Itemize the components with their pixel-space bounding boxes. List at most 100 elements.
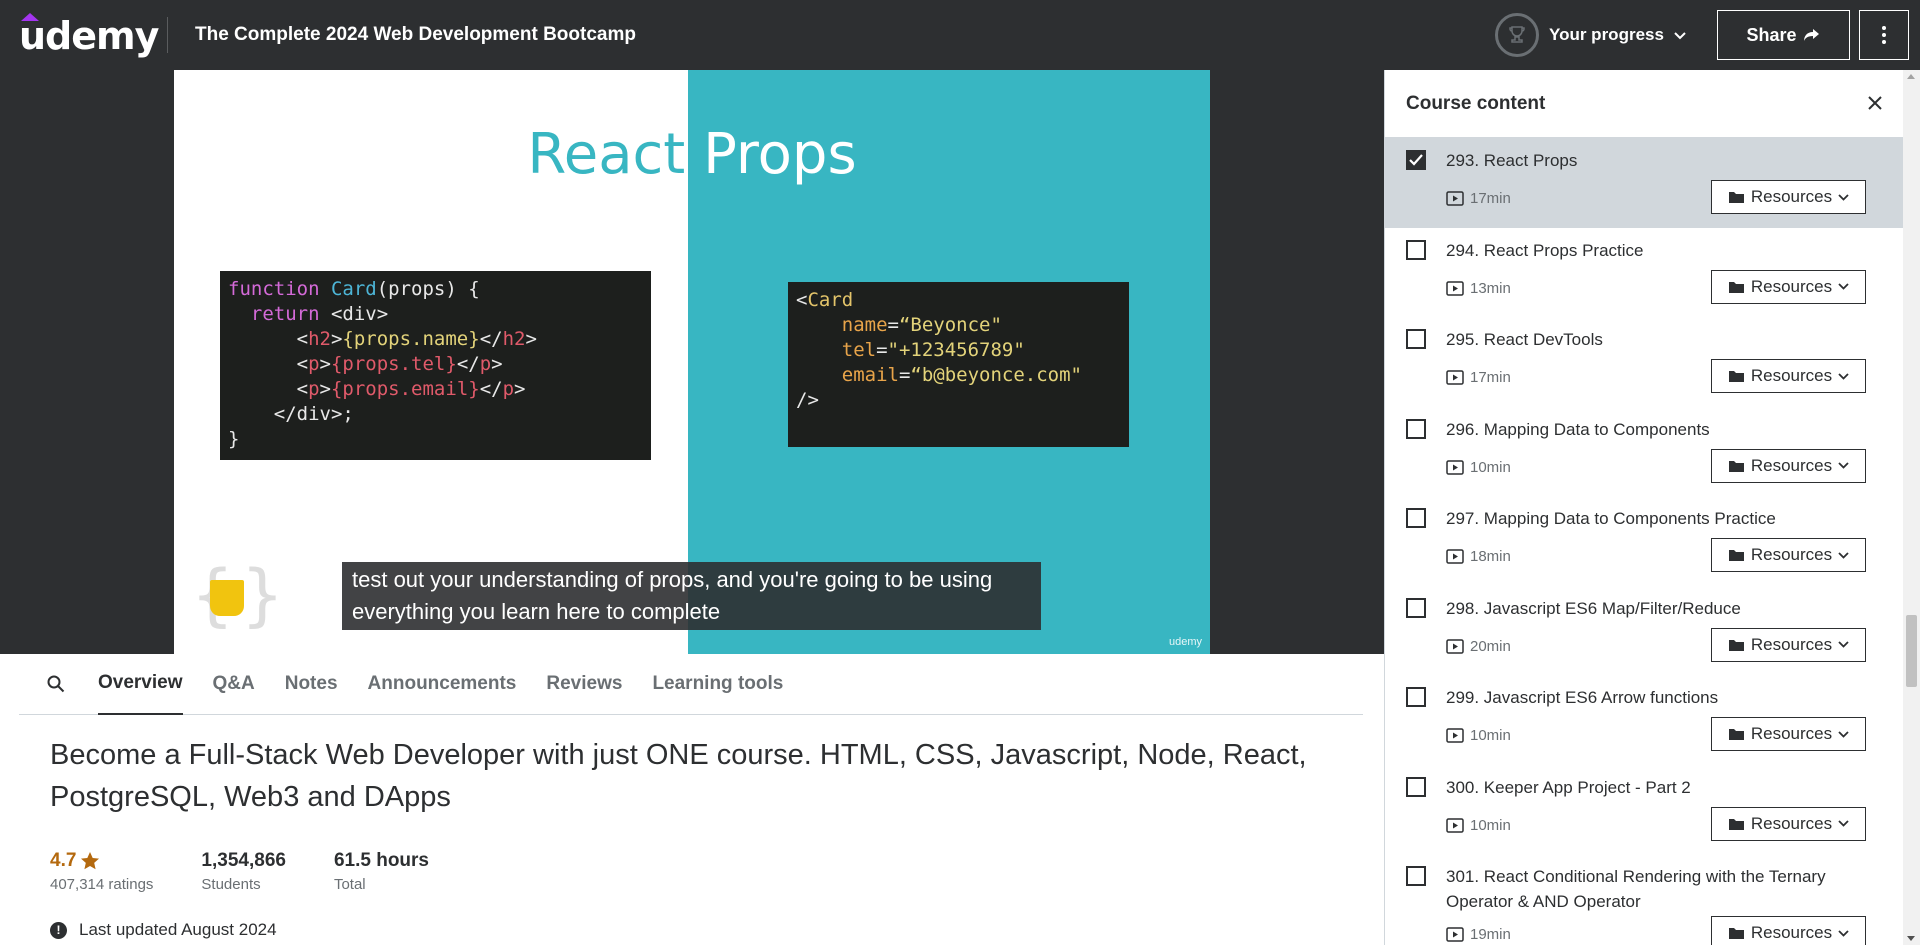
- rating-stat: 4.7 407,314 ratings: [50, 850, 153, 893]
- lecture-checkbox[interactable]: [1406, 150, 1426, 170]
- resources-button[interactable]: Resources: [1711, 916, 1866, 945]
- progress-dropdown[interactable]: Your progress: [1495, 13, 1686, 57]
- lecture-title[interactable]: 300. Keeper App Project - Part 2: [1446, 775, 1866, 800]
- lecture-title[interactable]: 296. Mapping Data to Components: [1446, 417, 1866, 442]
- tab-announcements[interactable]: Announcements: [368, 654, 517, 715]
- brand-logo-mark: { }: [192, 556, 283, 635]
- resources-label: Resources: [1750, 366, 1833, 385]
- resources-label: Resources: [1750, 724, 1833, 743]
- progress-label: Your progress: [1549, 25, 1664, 44]
- video-icon: [1446, 817, 1464, 833]
- video-player[interactable]: React Props function Card(props) { retur…: [0, 70, 1384, 654]
- page-scrollbar[interactable]: [1903, 70, 1920, 945]
- folder-icon: [1728, 729, 1744, 740]
- lecture-checkbox[interactable]: [1406, 687, 1426, 707]
- lecture-item[interactable]: 297. Mapping Data to Components Practice…: [1385, 496, 1903, 586]
- lecture-item[interactable]: 298. Javascript ES6 Map/Filter/Reduce 20m…: [1385, 586, 1903, 676]
- video-icon: [1446, 280, 1464, 296]
- lecture-item[interactable]: 300. Keeper App Project - Part 2 10min Res…: [1385, 765, 1903, 855]
- cup-shape: [210, 580, 244, 616]
- course-headline: Become a Full-Stack Web Developer with j…: [50, 739, 1307, 813]
- slide-title: React Props: [174, 122, 1210, 187]
- rating-value-row: 4.7: [50, 850, 153, 872]
- udemy-logo[interactable]: udemy: [19, 12, 159, 58]
- rating-value: 4.7: [50, 850, 77, 871]
- lecture-checkbox[interactable]: [1406, 508, 1426, 528]
- course-title[interactable]: The Complete 2024 Web Development Bootca…: [195, 24, 636, 46]
- resources-label: Resources: [1750, 923, 1833, 942]
- tab-qa[interactable]: Q&A: [213, 654, 255, 715]
- resources-button[interactable]: Resources: [1711, 448, 1866, 483]
- logo-cap-mark: [21, 13, 39, 21]
- tab-overview[interactable]: Overview: [98, 654, 183, 715]
- lecture-title[interactable]: 298. Javascript ES6 Map/Filter/Reduce: [1446, 596, 1866, 621]
- lecture-item[interactable]: 299. Javascript ES6 Arrow functions 10min…: [1385, 675, 1903, 765]
- video-icon: [1446, 370, 1464, 385]
- ratings-count: 407,314 ratings: [50, 876, 154, 893]
- scroll-down-arrow-icon[interactable]: [1907, 936, 1915, 941]
- lecture-item[interactable]: 294. React Props Practice 13min Resources: [1385, 228, 1903, 318]
- video-icon: [1446, 459, 1464, 475]
- chevron-down-icon: [1838, 730, 1849, 738]
- lecture-title[interactable]: 301. React Conditional Rendering with th…: [1446, 864, 1866, 914]
- lecture-duration: 10min: [1446, 727, 1511, 744]
- lecture-duration: 19min: [1446, 926, 1511, 943]
- lecture-checkbox[interactable]: [1406, 418, 1426, 439]
- video-caption: test out your understanding of props, an…: [342, 562, 1041, 630]
- lecture-item[interactable]: 295. React DevTools 17min Resources: [1385, 317, 1903, 407]
- tab-reviews[interactable]: Reviews: [546, 654, 622, 715]
- resources-button[interactable]: Resources: [1711, 538, 1866, 572]
- lecture-title[interactable]: 293. React Props: [1446, 148, 1866, 173]
- slide-title-left: React: [527, 122, 686, 187]
- resources-button[interactable]: Resources: [1711, 359, 1866, 393]
- chevron-down-icon: [1838, 193, 1849, 201]
- lecture-checkbox[interactable]: [1406, 776, 1426, 797]
- video-watermark: udemy: [1168, 636, 1202, 648]
- students-label: Students: [201, 876, 261, 893]
- chevron-down-icon: [1674, 27, 1686, 43]
- resources-button[interactable]: Resources: [1711, 180, 1866, 214]
- lecture-title[interactable]: 297. Mapping Data to Components Practice: [1446, 506, 1866, 531]
- close-icon[interactable]: [1867, 91, 1883, 117]
- star-icon: [81, 852, 100, 870]
- folder-icon: [1728, 192, 1744, 203]
- lecture-title[interactable]: 299. Javascript ES6 Arrow functions: [1446, 685, 1866, 710]
- lecture-checkbox[interactable]: [1406, 597, 1426, 618]
- lecture-duration-text: 20min: [1470, 637, 1511, 655]
- resources-button[interactable]: Resources: [1711, 627, 1866, 662]
- tab-learning-tools[interactable]: Learning tools: [652, 654, 783, 715]
- scroll-up-arrow-icon[interactable]: [1907, 74, 1915, 79]
- video-icon: [1446, 191, 1464, 206]
- more-options-button[interactable]: [1859, 10, 1909, 60]
- lecture-item[interactable]: 296. Mapping Data to Components 10min Reso…: [1385, 407, 1903, 497]
- resources-button[interactable]: Resources: [1711, 806, 1866, 841]
- chevron-down-icon: [1838, 641, 1849, 648]
- top-header: udemy The Complete 2024 Web Development …: [0, 0, 1920, 70]
- more-vertical-icon: [1882, 26, 1886, 44]
- lecture-duration-text: 17min: [1470, 369, 1511, 386]
- lecture-checkbox[interactable]: [1406, 239, 1426, 260]
- video-icon: [1446, 927, 1464, 942]
- scrollbar-thumb[interactable]: [1906, 615, 1917, 687]
- video-icon: [1446, 638, 1464, 654]
- lecture-title[interactable]: 294. React Props Practice: [1446, 238, 1866, 263]
- course-stats: 4.7 407,314 ratings 1,354,866 Students 6…: [50, 850, 477, 893]
- lecture-duration: 17min: [1446, 369, 1511, 386]
- lecture-checkbox[interactable]: [1406, 329, 1426, 349]
- resources-label: Resources: [1750, 187, 1833, 206]
- folder-icon: [1728, 639, 1744, 651]
- tab-notes[interactable]: Notes: [285, 654, 338, 715]
- chevron-down-icon: [1838, 372, 1849, 380]
- search-icon[interactable]: [36, 675, 76, 693]
- resources-button[interactable]: Resources: [1711, 717, 1866, 751]
- chevron-down-icon: [1838, 462, 1849, 469]
- lecture-title[interactable]: 295. React DevTools: [1446, 327, 1866, 352]
- resources-label: Resources: [1750, 634, 1833, 654]
- lecture-duration: 20min: [1446, 638, 1511, 655]
- right-brace-glyph: }: [242, 556, 283, 635]
- lecture-checkbox[interactable]: [1406, 866, 1426, 886]
- share-button[interactable]: Share: [1717, 10, 1850, 60]
- lecture-item[interactable]: 301. React Conditional Rendering with th…: [1385, 854, 1903, 945]
- lecture-item[interactable]: 293. React Props 17min Resources: [1385, 138, 1903, 228]
- resources-button[interactable]: Resources: [1711, 269, 1866, 304]
